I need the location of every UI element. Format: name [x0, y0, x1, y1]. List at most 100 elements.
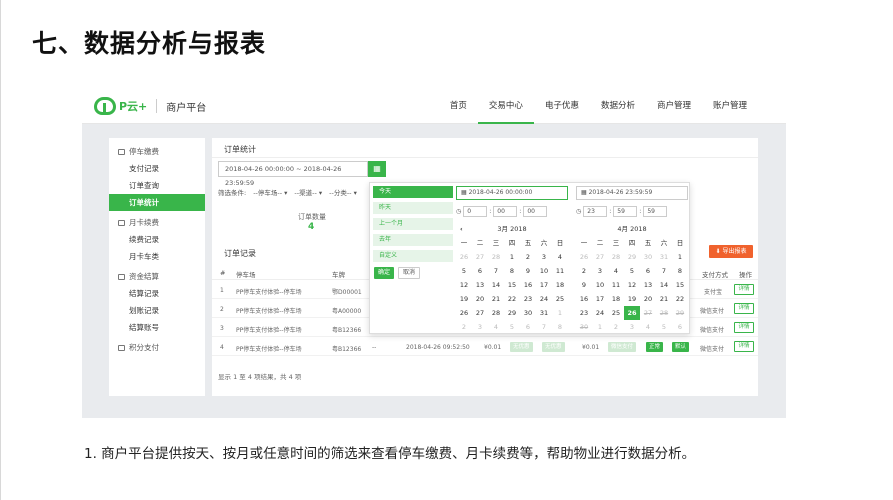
calendar-day[interactable]: 26 [624, 306, 640, 320]
calendar-day[interactable]: 3 [472, 320, 488, 334]
calendar-day[interactable]: 20 [640, 292, 656, 306]
sidebar-group-parking[interactable]: 停车缴费 [109, 144, 205, 160]
calendar-day[interactable]: 1 [672, 250, 688, 264]
nav-merchant[interactable]: 商户管理 [646, 90, 702, 124]
sidebar-group-settlement[interactable]: 资金结算 [109, 269, 205, 285]
calendar-day[interactable]: 14 [656, 278, 672, 292]
calendar-day[interactable]: 19 [624, 292, 640, 306]
calendar-day[interactable]: 29 [672, 306, 688, 320]
calendar-icon[interactable]: ▦ [368, 161, 386, 177]
start-minute-select[interactable]: 00 [493, 205, 518, 217]
calendar-day[interactable]: 28 [488, 250, 504, 264]
calendar-day[interactable]: 27 [472, 250, 488, 264]
calendar-day[interactable]: 14 [488, 278, 504, 292]
export-button[interactable]: ⬇ 导出报表 [709, 245, 753, 258]
calendar-day[interactable]: 28 [656, 306, 672, 320]
calendar-day[interactable]: 4 [608, 264, 624, 278]
calendar-day[interactable]: 18 [552, 278, 568, 292]
calendar-day[interactable]: 11 [552, 264, 568, 278]
calendar-day[interactable]: 13 [640, 278, 656, 292]
calendar-day[interactable]: 12 [624, 278, 640, 292]
calendar-day[interactable]: 24 [592, 306, 608, 320]
calendar-day[interactable]: 28 [608, 250, 624, 264]
calendar-day[interactable]: 28 [488, 306, 504, 320]
calendar-day[interactable]: 2 [576, 264, 592, 278]
calendar-day[interactable]: 10 [536, 264, 552, 278]
calendar-day[interactable]: 19 [456, 292, 472, 306]
calendar-day[interactable]: 2 [456, 320, 472, 334]
calendar-day[interactable]: 21 [488, 292, 504, 306]
calendar-day[interactable]: 3 [592, 264, 608, 278]
sidebar-item-order-query[interactable]: 订单查询 [109, 177, 205, 194]
calendar-day[interactable]: 12 [456, 278, 472, 292]
calendar-day[interactable]: 5 [656, 320, 672, 334]
calendar-day[interactable]: 3 [536, 250, 552, 264]
calendar-day[interactable]: 9 [576, 278, 592, 292]
range-last-year[interactable]: 去年 [373, 234, 453, 246]
calendar-day[interactable]: 23 [576, 306, 592, 320]
calendar-day[interactable]: 7 [488, 264, 504, 278]
calendar-day[interactable]: 6 [672, 320, 688, 334]
calendar-day[interactable]: 11 [608, 278, 624, 292]
detail-button[interactable]: 详情 [734, 303, 754, 314]
calendar-day[interactable]: 26 [456, 250, 472, 264]
calendar-day[interactable]: 16 [576, 292, 592, 306]
start-hour-select[interactable]: 0 [463, 205, 488, 217]
calendar-day[interactable]: 17 [536, 278, 552, 292]
end-second-select[interactable]: 59 [643, 205, 668, 217]
range-today[interactable]: 今天 [373, 186, 453, 198]
calendar-day[interactable]: 27 [592, 250, 608, 264]
sidebar-group-points[interactable]: 积分支付 [109, 340, 205, 356]
sidebar-item-settlement-account[interactable]: 结算账号 [109, 319, 205, 336]
calendar-day[interactable]: 3 [624, 320, 640, 334]
nav-analytics[interactable]: 数据分析 [590, 90, 646, 124]
detail-button[interactable]: 详情 [734, 341, 754, 352]
calendar-day[interactable]: 7 [656, 264, 672, 278]
calendar-day[interactable]: 7 [536, 320, 552, 334]
date-range-input[interactable]: 2018-04-26 00:00:00 ~ 2018-04-26 23:59:5… [218, 161, 368, 187]
start-second-select[interactable]: 00 [523, 205, 548, 217]
calendar-day[interactable]: 26 [576, 250, 592, 264]
calendar-day[interactable]: 4 [552, 250, 568, 264]
start-date-input[interactable]: ▦ 2018-04-26 00:00:00 [456, 186, 568, 200]
calendar-day[interactable]: 15 [672, 278, 688, 292]
calendar-day[interactable]: 5 [624, 264, 640, 278]
calendar-day[interactable]: 15 [504, 278, 520, 292]
calendar-day[interactable]: 25 [608, 306, 624, 320]
calendar-day[interactable]: 8 [504, 264, 520, 278]
range-yesterday[interactable]: 昨天 [373, 202, 453, 214]
calendar-day[interactable]: 1 [552, 306, 568, 320]
calendar-day[interactable]: 30 [640, 250, 656, 264]
detail-button[interactable]: 详情 [734, 284, 754, 295]
nav-account[interactable]: 账户管理 [702, 90, 758, 124]
calendar-day[interactable]: 23 [520, 292, 536, 306]
sidebar-item-payment-records[interactable]: 支付记录 [109, 160, 205, 177]
calendar-day[interactable]: 22 [504, 292, 520, 306]
calendar-day[interactable]: 4 [640, 320, 656, 334]
sidebar-item-transfer-records[interactable]: 划账记录 [109, 302, 205, 319]
calendar-day[interactable]: 26 [456, 306, 472, 320]
calendar-day[interactable]: 9 [520, 264, 536, 278]
filter-parking-lot[interactable]: --停车场-- ▾ [253, 187, 287, 197]
calendar-day[interactable]: 25 [552, 292, 568, 306]
calendar-day[interactable]: 6 [472, 264, 488, 278]
calendar-day[interactable]: 16 [520, 278, 536, 292]
calendar-day[interactable]: 27 [472, 306, 488, 320]
calendar-day[interactable]: 8 [672, 264, 688, 278]
calendar-day[interactable]: 24 [536, 292, 552, 306]
calendar-day[interactable]: 30 [576, 320, 592, 334]
calendar-day[interactable]: 20 [472, 292, 488, 306]
calendar-day[interactable]: 29 [624, 250, 640, 264]
chevron-left-icon[interactable]: ‹ [460, 222, 463, 236]
apply-button[interactable]: 确定 [374, 267, 394, 279]
calendar-day[interactable]: 13 [472, 278, 488, 292]
calendar-day[interactable]: 27 [640, 306, 656, 320]
calendar-day[interactable]: 6 [520, 320, 536, 334]
calendar-day[interactable]: 4 [488, 320, 504, 334]
range-last-month[interactable]: 上一个月 [373, 218, 453, 230]
calendar-day[interactable]: 1 [592, 320, 608, 334]
filter-category[interactable]: --分类-- ▾ [329, 187, 357, 197]
sidebar-item-order-stats[interactable]: 订单统计 [109, 194, 205, 211]
cancel-button[interactable]: 取消 [398, 267, 420, 279]
sidebar-item-card-types[interactable]: 月卡车类 [109, 248, 205, 265]
